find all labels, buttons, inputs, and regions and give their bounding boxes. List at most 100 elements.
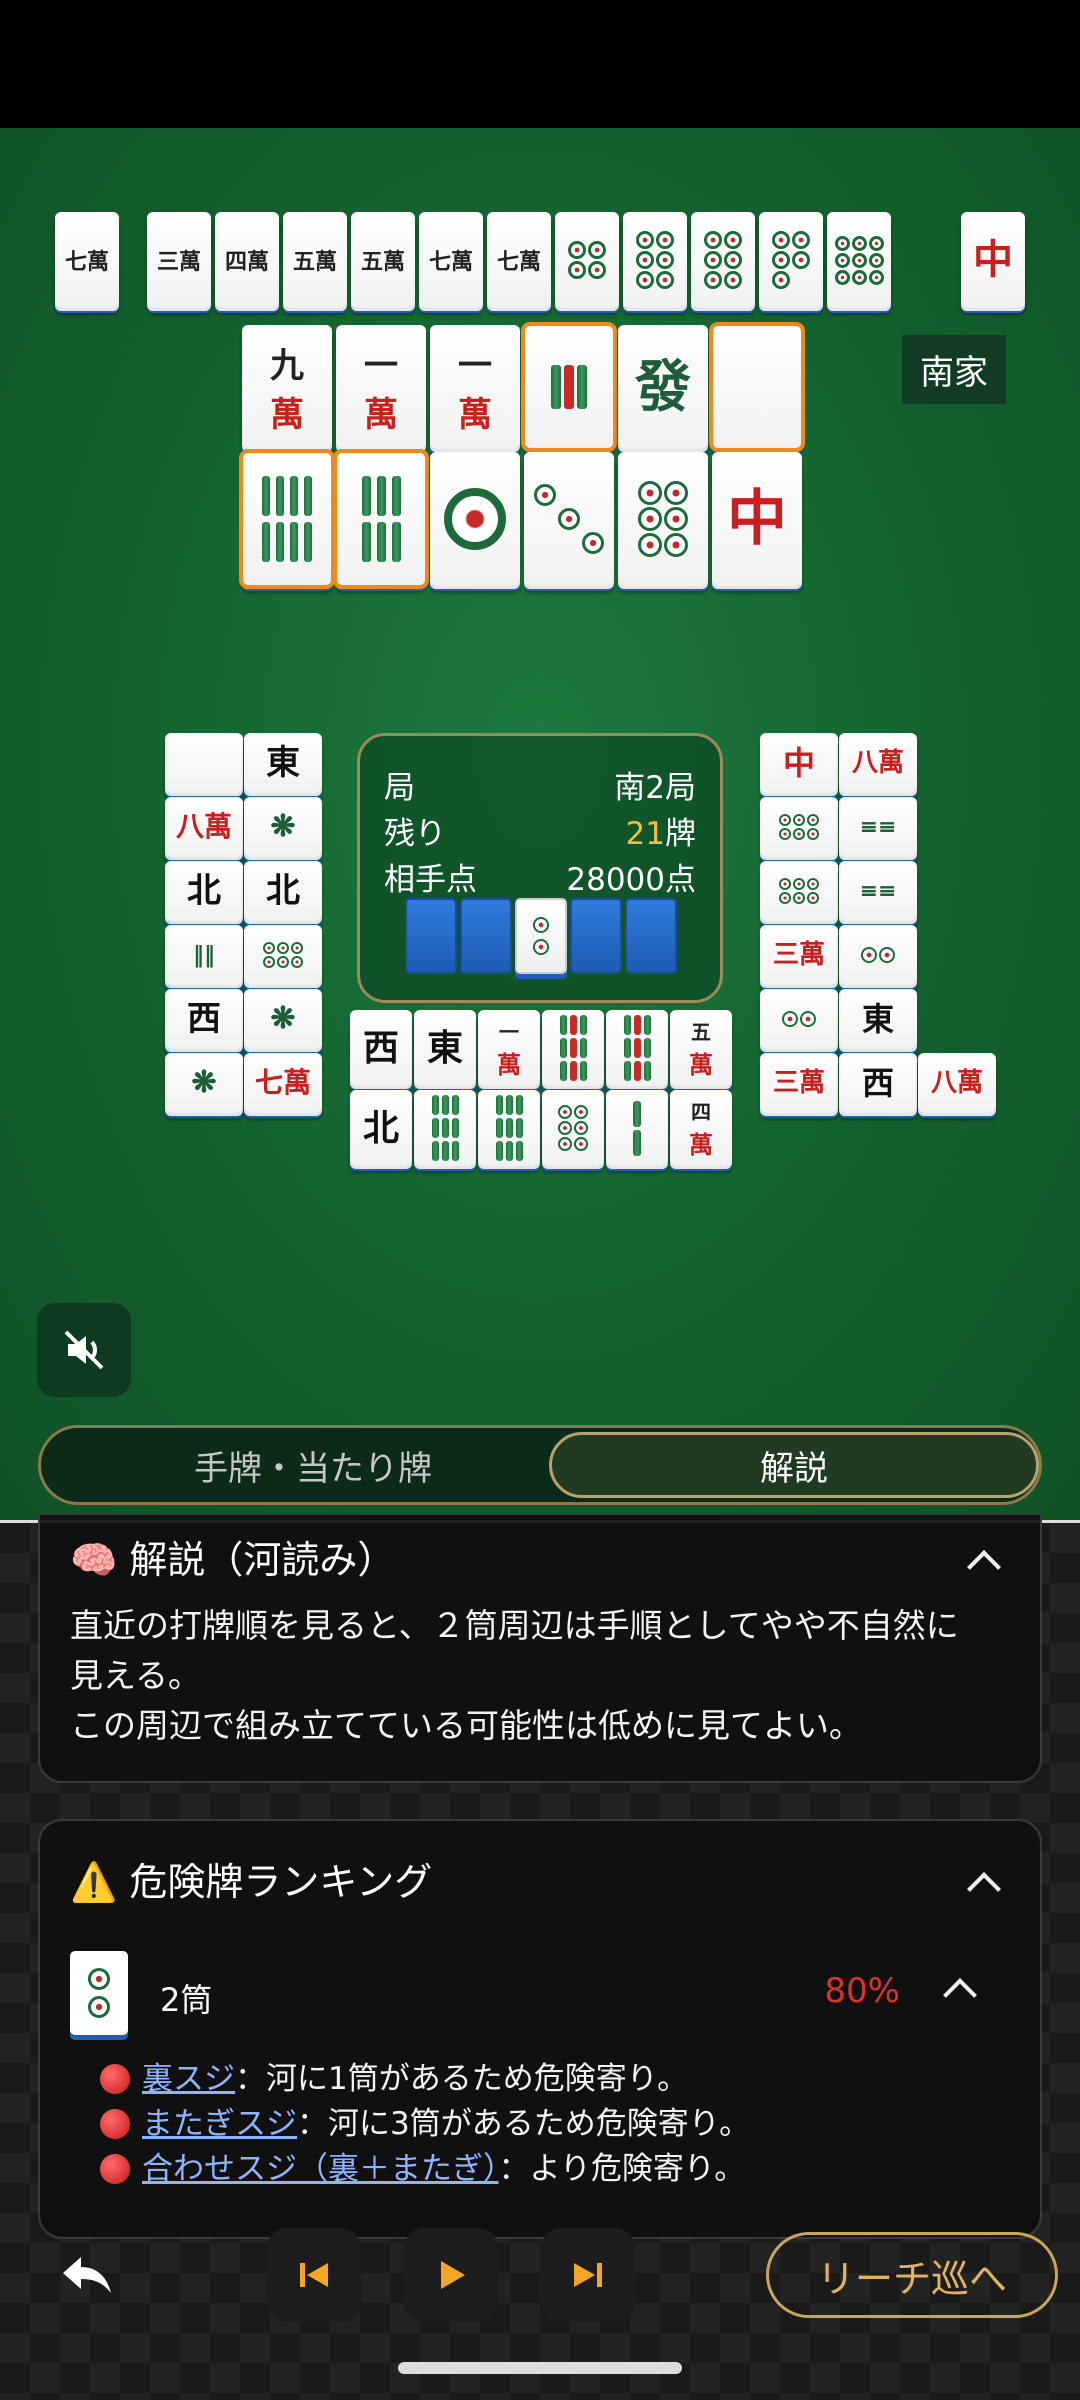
discard-tile: ≡≡: [839, 797, 917, 857]
red-circle-icon: [100, 2109, 130, 2139]
hand-tile: 四萬: [215, 212, 279, 308]
explanation-card: 🧠 解説（河読み） 直近の打牌順を見ると、２筒周辺は手順としてやや不自然に 見え…: [38, 1513, 1042, 1783]
danger-ranking-title: ⚠️ 危険牌ランキング: [70, 1860, 433, 1904]
expand-chevron-icon[interactable]: [943, 1978, 977, 2012]
play-icon: [441, 2261, 465, 2289]
view-tabs: 手牌・当たり牌 解説: [38, 1425, 1042, 1505]
explanation-line: 見える。: [70, 1656, 202, 1695]
discard-tile: [606, 1010, 668, 1086]
hand-tile: [827, 212, 891, 308]
meld-tile: [524, 452, 614, 586]
collapse-chevron-icon[interactable]: [967, 1550, 1001, 1584]
discard-tile: 東: [244, 733, 322, 793]
back-button[interactable]: [40, 2228, 134, 2322]
meld-tile: 中: [712, 452, 802, 586]
next-button[interactable]: [541, 2228, 635, 2322]
hand-tile: 五萬: [351, 212, 415, 308]
explanation-line: この周辺で組み立てている可能性は低めに見てよい。: [70, 1706, 862, 1745]
playback-controls: リーチ巡へ: [0, 2210, 1080, 2330]
reason-text: ：河に3筒があるため危険寄り。: [297, 2106, 751, 2142]
wall-tile: [405, 898, 457, 974]
skip-previous-icon: [300, 2263, 328, 2287]
go-to-riichi-turn-button[interactable]: リーチ巡へ: [766, 2232, 1058, 2318]
discard-tile: 八萬: [839, 733, 917, 793]
discard-tile: 三萬: [760, 925, 838, 985]
discard-tile: 中: [760, 733, 838, 793]
discard-tile: 四萬: [670, 1090, 732, 1166]
meld-tile: 九萬: [242, 325, 332, 449]
hand-tile: [555, 212, 619, 308]
seat-wind-label: 南家: [902, 335, 1006, 404]
discard-tile: 八萬: [918, 1053, 996, 1113]
discard-tile: 八萬: [165, 797, 243, 857]
round-key: 局: [384, 770, 415, 806]
mute-button[interactable]: [37, 1303, 131, 1397]
discard-tile: [244, 925, 322, 985]
wall-tile: [460, 898, 512, 974]
meld-tile: [430, 452, 520, 586]
meld-tile-highlighted: [333, 449, 429, 589]
skip-next-icon: [574, 2263, 602, 2287]
play-button[interactable]: [404, 2228, 498, 2322]
danger-percentage: 80%: [824, 1971, 900, 2011]
round-info-panel: 局 南2局 残り 21牌 相手点 28000点: [357, 733, 723, 1003]
discard-tile: 五萬: [670, 1010, 732, 1086]
danger-ranking-card: ⚠️ 危険牌ランキング 2筒 80% 裏スジ：河に1筒があるため危険寄り。 また…: [38, 1819, 1042, 2239]
opponent-score: 28000点: [566, 862, 696, 898]
dora-indicator-wall: [405, 898, 685, 978]
ranking-tile-name: 2筒: [160, 1981, 213, 2019]
undo-arrow-icon: [63, 2257, 111, 2293]
previous-button[interactable]: [267, 2228, 361, 2322]
discard-tile: ❋: [244, 797, 322, 857]
hand-tile: 三萬: [147, 212, 211, 308]
discard-tile: 東: [839, 989, 917, 1049]
collapse-chevron-icon[interactable]: [967, 1872, 1001, 1906]
discard-tile: [165, 733, 243, 793]
red-circle-icon: [100, 2064, 130, 2094]
discard-tile: [760, 797, 838, 857]
round-value: 南2局: [614, 770, 696, 806]
remaining-unit: 牌: [665, 816, 696, 852]
hand-tile: 五萬: [283, 212, 347, 308]
meld-tile-highlighted: [521, 322, 617, 452]
discard-tile: 西: [839, 1053, 917, 1113]
reason-link[interactable]: 合わせスジ（裏＋またぎ）: [142, 2151, 499, 2187]
tab-hand-winning-tiles[interactable]: 手牌・当たり牌: [45, 1432, 581, 1498]
hand-tile: 中: [961, 212, 1025, 308]
discard-tile: 北: [165, 861, 243, 921]
reason-link[interactable]: またぎスジ: [142, 2106, 297, 2142]
meld-tile-highlighted: [239, 449, 335, 589]
discard-tile: [478, 1090, 540, 1166]
hand-tile: [623, 212, 687, 308]
opponent-score-key: 相手点: [384, 862, 477, 898]
hand-tile: 七萬: [55, 212, 119, 308]
discard-tile: [839, 925, 917, 985]
tile-2-pin-icon: [70, 1951, 128, 2035]
red-circle-icon: [100, 2154, 130, 2184]
discard-tile: 北: [244, 861, 322, 921]
discard-tile: [606, 1090, 668, 1166]
home-indicator: [398, 2362, 682, 2374]
explanation-title: 🧠 解説（河読み）: [70, 1538, 396, 1582]
meld-tile: 一萬: [336, 325, 426, 449]
meld-tile: 發: [618, 325, 708, 449]
discard-tile: [542, 1090, 604, 1166]
ranking-item[interactable]: 2筒 80%: [70, 1951, 1010, 2041]
reason-text: ：河に1筒があるため危険寄り。: [235, 2061, 689, 2097]
reason-text: ：より危険寄り。: [498, 2151, 746, 2187]
tab-explanation[interactable]: 解説: [549, 1432, 1039, 1498]
hand-tile: [691, 212, 755, 308]
discard-tile: ‖‖: [165, 925, 243, 985]
discard-tile: 一萬: [478, 1010, 540, 1086]
discard-tile: [760, 861, 838, 921]
discard-tile: 北: [350, 1090, 412, 1166]
explanation-line: 直近の打牌順を見ると、２筒周辺は手順としてやや不自然に: [70, 1606, 959, 1645]
discard-tile: 西: [165, 989, 243, 1049]
wall-tile: [625, 898, 677, 974]
wall-tile: [570, 898, 622, 974]
discard-tile: 東: [414, 1010, 476, 1086]
reason-link[interactable]: 裏スジ: [142, 2061, 235, 2097]
meld-tile-highlighted: [709, 322, 805, 452]
reason-item: 裏スジ：河に1筒があるため危険寄り。: [100, 2053, 688, 2097]
hand-tile: [759, 212, 823, 308]
